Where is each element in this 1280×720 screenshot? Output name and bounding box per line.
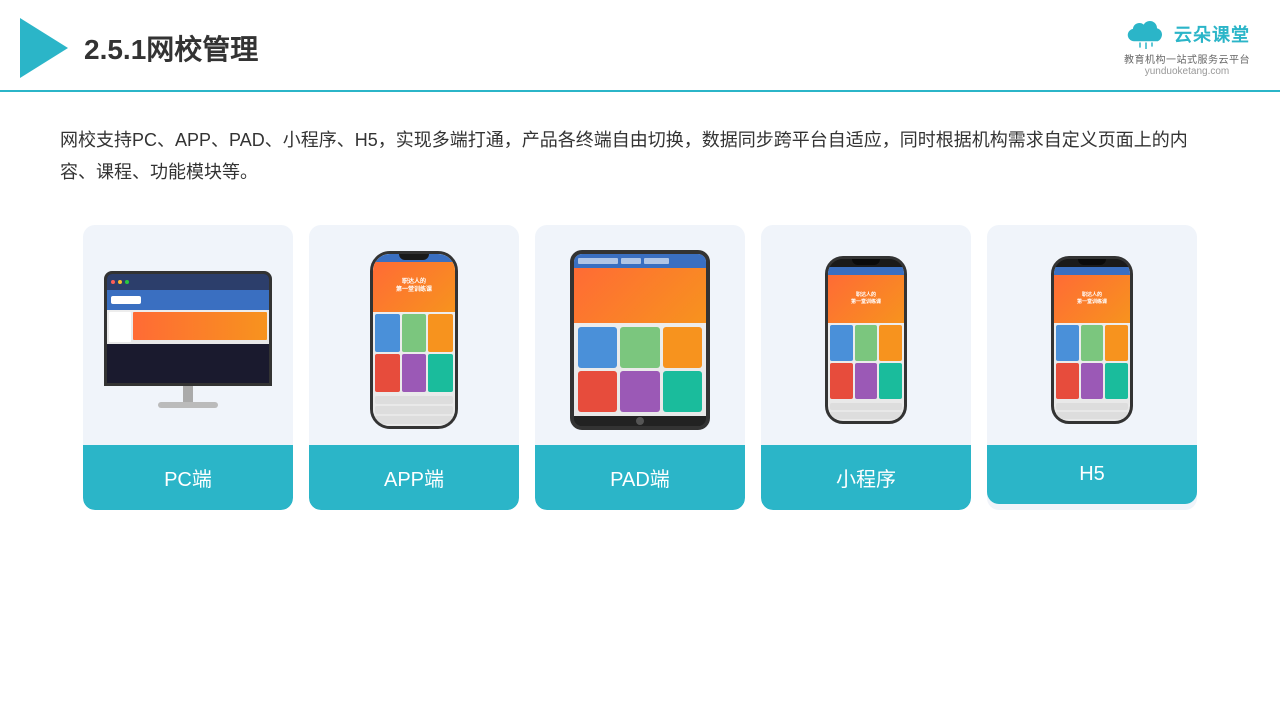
card-app: 职达人的第一堂训练课: [309, 225, 519, 510]
tablet-screen: [574, 254, 706, 416]
h5-phone-icon: 职达人的第一堂训练课: [1051, 256, 1133, 424]
brand-url: yunduoketang.com: [1145, 66, 1230, 77]
card-app-label: APP端: [309, 445, 519, 510]
pad-tablet-icon: [570, 250, 710, 430]
app-phone-icon: 职达人的第一堂训练课: [370, 251, 458, 429]
cloud-icon: [1124, 19, 1168, 49]
brand-tagline: 教育机构一站式服务云平台: [1124, 51, 1250, 66]
card-pad-image-area: [535, 225, 745, 445]
phone-notch: [399, 254, 429, 260]
card-h5-label: H5: [987, 445, 1197, 504]
card-miniprogram: 职达人的第一堂训练课: [761, 225, 971, 510]
card-miniprogram-label: 小程序: [761, 445, 971, 510]
brand-logo: 云朵课堂: [1124, 19, 1250, 49]
cards-container: PC端 职达人的第一堂训练课: [60, 225, 1220, 510]
header: 2.5.1网校管理 云朵课堂 教育机构一站式服务云平台 yunduoketang…: [0, 0, 1280, 92]
card-pc-image-area: [83, 225, 293, 445]
card-h5-image-area: 职达人的第一堂训练课: [987, 225, 1197, 445]
header-right: 云朵课堂 教育机构一站式服务云平台 yunduoketang.com: [1124, 19, 1250, 77]
card-pad-label: PAD端: [535, 445, 745, 510]
main-content: 网校支持PC、APP、PAD、小程序、H5，实现多端打通，产品各终端自由切换，数…: [0, 92, 1280, 530]
description-text: 网校支持PC、APP、PAD、小程序、H5，实现多端打通，产品各终端自由切换，数…: [60, 124, 1220, 189]
page-title: 2.5.1网校管理: [84, 28, 258, 68]
phone-screen: 职达人的第一堂训练课: [373, 254, 455, 426]
logo-triangle-icon: [20, 18, 68, 78]
card-miniprogram-image-area: 职达人的第一堂训练课: [761, 225, 971, 445]
miniprogram-phone-icon: 职达人的第一堂训练课: [825, 256, 907, 424]
card-app-image-area: 职达人的第一堂训练课: [309, 225, 519, 445]
card-pad: PAD端: [535, 225, 745, 510]
card-pc: PC端: [83, 225, 293, 510]
pc-monitor-icon: [103, 271, 273, 408]
card-pc-label: PC端: [83, 445, 293, 510]
header-left: 2.5.1网校管理: [20, 18, 258, 78]
card-h5: 职达人的第一堂训练课: [987, 225, 1197, 510]
brand-name: 云朵课堂: [1174, 21, 1250, 47]
